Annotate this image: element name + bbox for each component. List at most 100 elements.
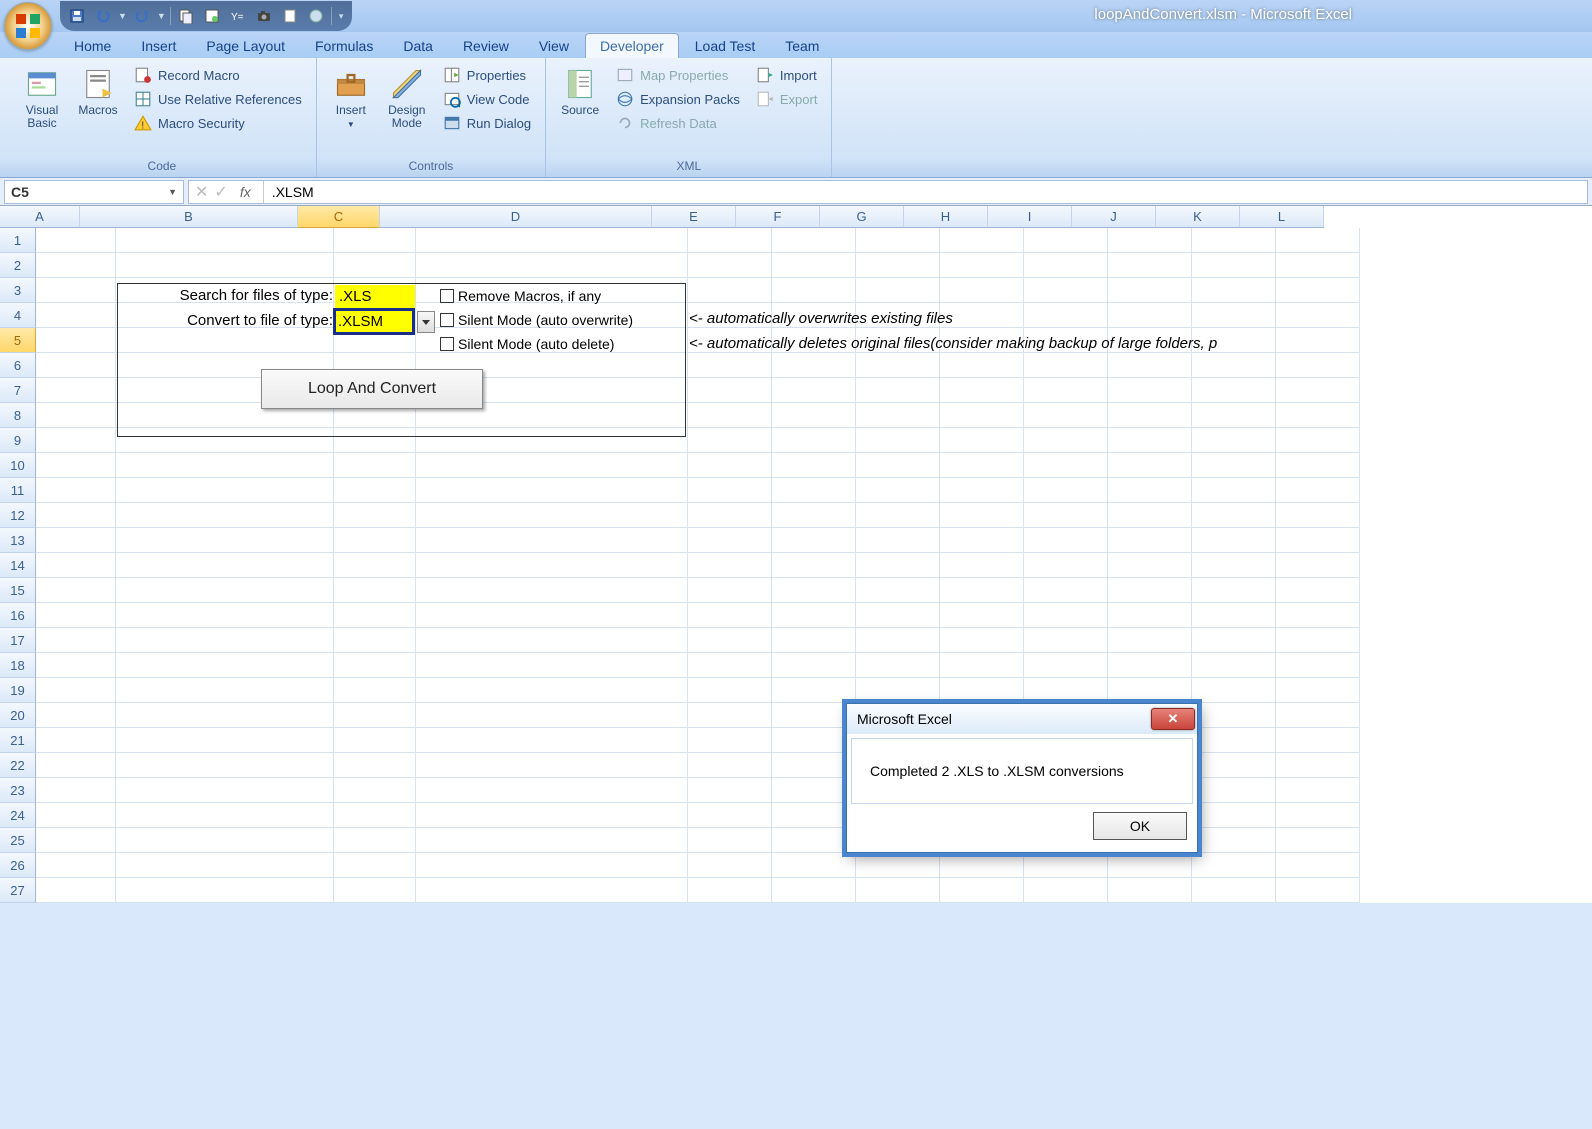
cell[interactable] bbox=[772, 828, 856, 853]
cell[interactable] bbox=[36, 328, 116, 353]
cell[interactable] bbox=[334, 653, 416, 678]
cell[interactable] bbox=[856, 478, 940, 503]
cell[interactable] bbox=[334, 803, 416, 828]
cell[interactable] bbox=[1108, 878, 1192, 903]
col-header[interactable]: C bbox=[298, 206, 380, 228]
row-header[interactable]: 14 bbox=[0, 553, 36, 578]
cell[interactable] bbox=[1276, 603, 1360, 628]
cell[interactable] bbox=[1276, 828, 1360, 853]
cell[interactable] bbox=[1192, 878, 1276, 903]
tab-team[interactable]: Team bbox=[771, 34, 833, 58]
cell[interactable] bbox=[1276, 628, 1360, 653]
loop-and-convert-button[interactable]: Loop And Convert bbox=[261, 369, 483, 409]
cell[interactable] bbox=[116, 453, 334, 478]
cell[interactable] bbox=[940, 478, 1024, 503]
cell[interactable] bbox=[1024, 528, 1108, 553]
cell[interactable] bbox=[940, 428, 1024, 453]
cell[interactable] bbox=[1276, 803, 1360, 828]
cell[interactable] bbox=[688, 428, 772, 453]
cell[interactable] bbox=[688, 378, 772, 403]
tab-page-layout[interactable]: Page Layout bbox=[192, 34, 299, 58]
cell[interactable] bbox=[772, 603, 856, 628]
cell[interactable] bbox=[334, 703, 416, 728]
cell[interactable] bbox=[416, 603, 688, 628]
cell[interactable] bbox=[688, 778, 772, 803]
cell[interactable] bbox=[36, 278, 116, 303]
cell[interactable] bbox=[1192, 253, 1276, 278]
cell[interactable] bbox=[1192, 728, 1276, 753]
cell[interactable] bbox=[416, 828, 688, 853]
dialog-close-button[interactable]: ✕ bbox=[1151, 708, 1195, 730]
cell[interactable] bbox=[688, 878, 772, 903]
cell[interactable] bbox=[334, 853, 416, 878]
col-header[interactable]: H bbox=[904, 206, 988, 228]
cell[interactable] bbox=[416, 703, 688, 728]
cell[interactable] bbox=[688, 678, 772, 703]
cell[interactable] bbox=[1276, 678, 1360, 703]
row-header[interactable]: 20 bbox=[0, 703, 36, 728]
cell[interactable] bbox=[1108, 403, 1192, 428]
cell[interactable] bbox=[1108, 503, 1192, 528]
macro-security-button[interactable]: !Macro Security bbox=[128, 112, 308, 134]
cell[interactable] bbox=[856, 453, 940, 478]
design-mode-button[interactable]: Design Mode bbox=[381, 62, 433, 157]
cell[interactable] bbox=[1192, 303, 1276, 328]
col-header[interactable]: B bbox=[80, 206, 298, 228]
silent-delete-checkbox[interactable]: Silent Mode (auto delete) bbox=[440, 336, 614, 352]
cell[interactable] bbox=[36, 253, 116, 278]
row-header[interactable]: 12 bbox=[0, 503, 36, 528]
cell[interactable] bbox=[116, 553, 334, 578]
cell[interactable] bbox=[116, 753, 334, 778]
cell[interactable] bbox=[688, 228, 772, 253]
row-header[interactable]: 26 bbox=[0, 853, 36, 878]
cell[interactable] bbox=[334, 603, 416, 628]
cell[interactable] bbox=[416, 753, 688, 778]
row-header[interactable]: 27 bbox=[0, 878, 36, 903]
cell[interactable] bbox=[856, 228, 940, 253]
cell[interactable] bbox=[688, 653, 772, 678]
row-header[interactable]: 1 bbox=[0, 228, 36, 253]
cell[interactable] bbox=[1276, 328, 1360, 353]
cell[interactable] bbox=[36, 378, 116, 403]
cell[interactable] bbox=[688, 553, 772, 578]
cell[interactable] bbox=[1276, 553, 1360, 578]
cell[interactable] bbox=[36, 678, 116, 703]
cell[interactable] bbox=[772, 778, 856, 803]
cell[interactable] bbox=[116, 878, 334, 903]
row-header[interactable]: 21 bbox=[0, 728, 36, 753]
cell[interactable] bbox=[416, 528, 688, 553]
cell[interactable] bbox=[772, 253, 856, 278]
cell[interactable] bbox=[1024, 228, 1108, 253]
cell[interactable] bbox=[940, 378, 1024, 403]
cell[interactable] bbox=[36, 353, 116, 378]
cell[interactable] bbox=[334, 253, 416, 278]
cell[interactable] bbox=[1192, 603, 1276, 628]
cell[interactable] bbox=[1024, 378, 1108, 403]
cell[interactable] bbox=[36, 878, 116, 903]
cell[interactable] bbox=[116, 503, 334, 528]
row-header[interactable]: 17 bbox=[0, 628, 36, 653]
cell[interactable] bbox=[688, 253, 772, 278]
silent-overwrite-checkbox[interactable]: Silent Mode (auto overwrite) bbox=[440, 312, 633, 328]
record-macro-button[interactable]: Record Macro bbox=[128, 64, 308, 86]
cell[interactable] bbox=[116, 653, 334, 678]
col-header[interactable]: I bbox=[988, 206, 1072, 228]
cell[interactable] bbox=[416, 628, 688, 653]
cell[interactable] bbox=[856, 528, 940, 553]
cell[interactable] bbox=[940, 528, 1024, 553]
row-header[interactable]: 7 bbox=[0, 378, 36, 403]
cell[interactable] bbox=[36, 553, 116, 578]
cell[interactable] bbox=[772, 378, 856, 403]
cell[interactable] bbox=[772, 578, 856, 603]
cell[interactable] bbox=[36, 703, 116, 728]
cell[interactable] bbox=[1276, 303, 1360, 328]
cell[interactable] bbox=[688, 803, 772, 828]
cell[interactable] bbox=[116, 578, 334, 603]
cell[interactable] bbox=[772, 503, 856, 528]
cell[interactable] bbox=[940, 453, 1024, 478]
cell[interactable] bbox=[334, 578, 416, 603]
insert-control-button[interactable]: Insert▼ bbox=[325, 62, 377, 157]
map-properties-button[interactable]: Map Properties bbox=[610, 64, 746, 86]
cell[interactable] bbox=[772, 353, 856, 378]
row-header[interactable]: 9 bbox=[0, 428, 36, 453]
